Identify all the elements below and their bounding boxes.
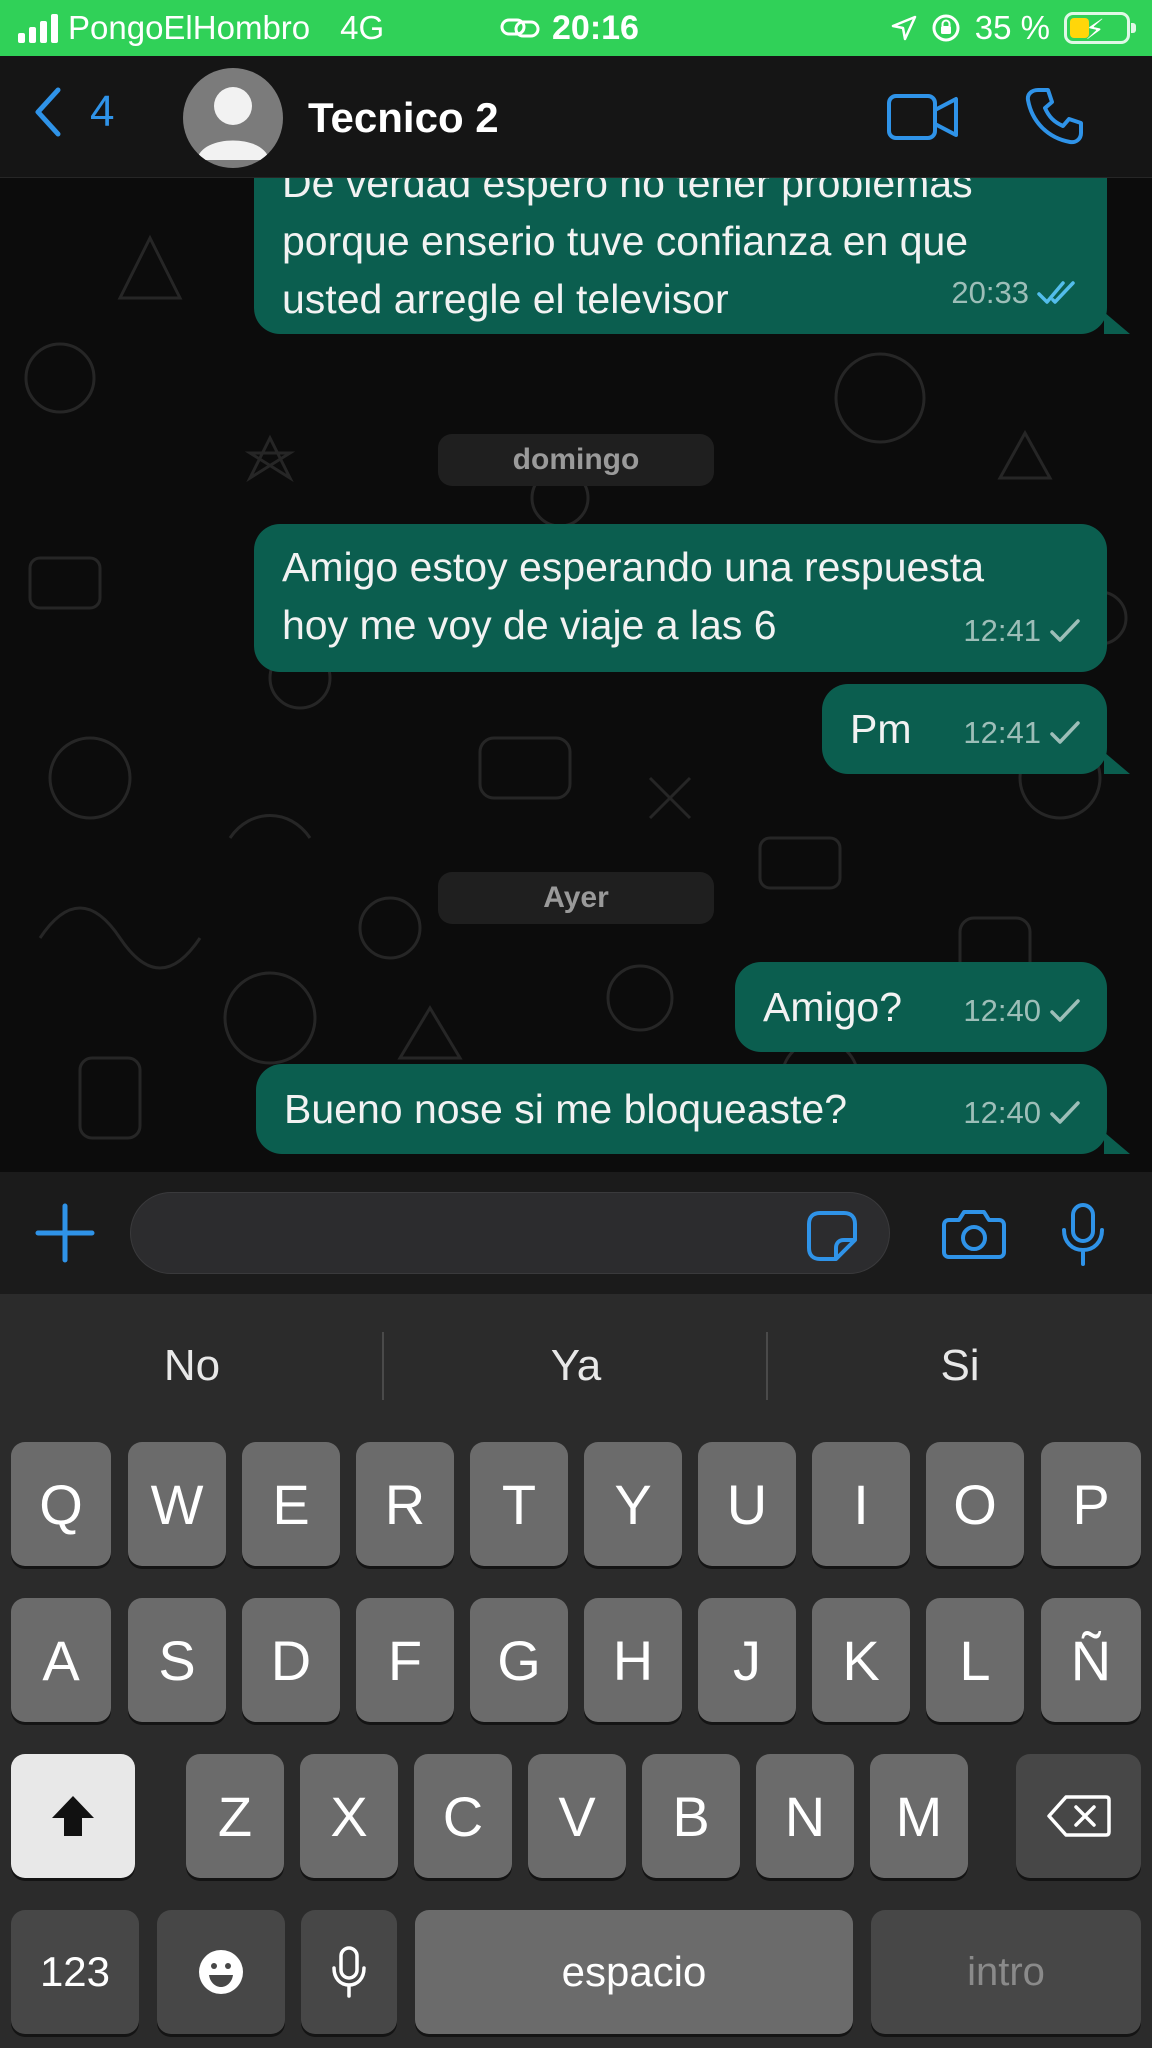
microphone-icon[interactable] bbox=[1060, 1202, 1106, 1268]
message-input-bar bbox=[0, 1172, 1152, 1294]
message-time: 12:40 bbox=[963, 1095, 1041, 1130]
key-letter[interactable]: L bbox=[926, 1598, 1024, 1722]
bubble-tail bbox=[1104, 312, 1130, 334]
bubble-tail bbox=[1104, 1132, 1130, 1154]
message-time: 12:41 bbox=[963, 613, 1041, 648]
battery-icon: ⚡ bbox=[1064, 12, 1136, 45]
key-letter[interactable]: T bbox=[470, 1442, 568, 1566]
chat-area[interactable]: De verdad espero no tener problemas porq… bbox=[0, 178, 1152, 1172]
key-letter[interactable]: S bbox=[128, 1598, 226, 1722]
emoji-key[interactable] bbox=[157, 1910, 285, 2034]
key-letter[interactable]: C bbox=[414, 1754, 512, 1878]
suggestion-item[interactable]: Ya bbox=[384, 1294, 768, 1438]
key-letter[interactable]: B bbox=[642, 1754, 740, 1878]
key-letter[interactable]: Q bbox=[11, 1442, 111, 1566]
message-meta: 12:41 bbox=[963, 602, 1081, 660]
rotation-lock-icon bbox=[932, 14, 960, 42]
single-check-icon bbox=[1050, 619, 1080, 642]
key-letter[interactable]: A bbox=[11, 1598, 111, 1722]
message-text: Bueno nose si me bloqueaste? bbox=[284, 1086, 848, 1132]
message-time: 12:41 bbox=[963, 715, 1041, 750]
message-meta: 12:40 bbox=[963, 1084, 1081, 1142]
key-letter[interactable]: J bbox=[698, 1598, 796, 1722]
numbers-key[interactable]: 123 bbox=[11, 1910, 139, 2034]
key-letter[interactable]: U bbox=[698, 1442, 796, 1566]
message-bubble-outgoing[interactable]: Amigo estoy esperando una respuesta hoy … bbox=[254, 524, 1107, 672]
message-input[interactable] bbox=[130, 1192, 890, 1274]
message-bubble-outgoing[interactable]: De verdad espero no tener problemas porq… bbox=[254, 178, 1107, 334]
emoji-icon bbox=[199, 1950, 243, 1994]
key-letter[interactable]: W bbox=[128, 1442, 226, 1566]
shift-icon bbox=[52, 1796, 94, 1836]
space-key[interactable]: espacio bbox=[415, 1910, 853, 2034]
key-letter[interactable]: V bbox=[528, 1754, 626, 1878]
microphone-icon bbox=[332, 1946, 366, 1998]
key-letter[interactable]: P bbox=[1041, 1442, 1141, 1566]
link-icon bbox=[500, 18, 540, 38]
video-camera-icon[interactable] bbox=[886, 92, 960, 142]
single-check-icon bbox=[1050, 999, 1080, 1022]
plus-icon[interactable] bbox=[34, 1202, 96, 1264]
message-meta: 12:40 bbox=[963, 982, 1081, 1040]
chevron-left-icon bbox=[35, 87, 61, 137]
key-letter[interactable]: E bbox=[242, 1442, 340, 1566]
message-time: 20:33 bbox=[951, 275, 1029, 310]
status-bar: PongoElHombro 4G 20:16 35 % ⚡ bbox=[0, 0, 1152, 56]
single-check-icon bbox=[1050, 721, 1080, 744]
status-time: 20:16 bbox=[552, 8, 639, 47]
location-arrow-icon bbox=[891, 15, 917, 41]
network-type: 4G bbox=[340, 9, 385, 46]
phone-icon[interactable] bbox=[1024, 86, 1084, 146]
keyboard: No Ya Si Q W E R T Y U I O P A S D F G H… bbox=[0, 1294, 1152, 2048]
suggestion-item[interactable]: No bbox=[0, 1294, 384, 1438]
battery-percent: 35 % bbox=[974, 9, 1050, 46]
key-letter[interactable]: R bbox=[356, 1442, 454, 1566]
key-letter[interactable]: X bbox=[300, 1754, 398, 1878]
key-letter[interactable]: H bbox=[584, 1598, 682, 1722]
key-letter[interactable]: Z bbox=[186, 1754, 284, 1878]
message-meta: 20:33 bbox=[951, 264, 1081, 322]
message-text: Amigo estoy esperando una respuesta hoy … bbox=[282, 544, 985, 648]
backspace-icon bbox=[1046, 1795, 1111, 1837]
key-letter[interactable]: D bbox=[242, 1598, 340, 1722]
message-text: De verdad espero no tener problemas porq… bbox=[282, 178, 973, 322]
contact-name[interactable]: Tecnico 2 bbox=[308, 94, 499, 142]
message-time: 12:40 bbox=[963, 993, 1041, 1028]
back-button[interactable]: 4 bbox=[32, 86, 114, 138]
message-meta: 12:41 bbox=[963, 704, 1081, 762]
bubble-tail bbox=[1104, 752, 1130, 774]
key-letter[interactable]: Y bbox=[584, 1442, 682, 1566]
dictation-key[interactable] bbox=[301, 1910, 397, 2034]
message-text: Amigo? bbox=[763, 984, 903, 1030]
single-check-icon bbox=[1050, 1101, 1080, 1124]
message-bubble-outgoing[interactable]: Amigo? 12:40 bbox=[735, 962, 1107, 1052]
message-bubble-outgoing[interactable]: Bueno nose si me bloqueaste? 12:40 bbox=[256, 1064, 1107, 1154]
backspace-key[interactable] bbox=[1016, 1754, 1141, 1878]
chat-header: 4 Tecnico 2 bbox=[0, 56, 1152, 178]
unread-count: 4 bbox=[90, 87, 115, 136]
double-check-read-icon bbox=[1037, 281, 1075, 304]
sticker-icon[interactable] bbox=[806, 1210, 858, 1262]
key-letter[interactable]: N bbox=[756, 1754, 854, 1878]
key-letter[interactable]: F bbox=[356, 1598, 454, 1722]
message-bubble-outgoing[interactable]: Pm 12:41 bbox=[822, 684, 1107, 774]
date-separator: domingo bbox=[438, 434, 714, 486]
key-letter[interactable]: G bbox=[470, 1598, 568, 1722]
return-key[interactable]: intro bbox=[871, 1910, 1141, 2034]
message-text: Pm bbox=[850, 706, 912, 752]
avatar[interactable] bbox=[183, 68, 283, 168]
date-separator: Ayer bbox=[438, 872, 714, 924]
key-letter[interactable]: M bbox=[870, 1754, 968, 1878]
key-letter[interactable]: Ñ bbox=[1041, 1598, 1141, 1722]
person-icon bbox=[197, 87, 269, 160]
key-letter[interactable]: I bbox=[812, 1442, 910, 1566]
key-letter[interactable]: O bbox=[926, 1442, 1024, 1566]
suggestion-bar: No Ya Si bbox=[0, 1294, 1152, 1438]
signal-icon bbox=[18, 13, 58, 43]
carrier-name: PongoElHombro bbox=[68, 9, 311, 46]
key-letter[interactable]: K bbox=[812, 1598, 910, 1722]
shift-key[interactable] bbox=[11, 1754, 135, 1878]
camera-icon[interactable] bbox=[941, 1208, 1007, 1260]
suggestion-item[interactable]: Si bbox=[768, 1294, 1152, 1438]
